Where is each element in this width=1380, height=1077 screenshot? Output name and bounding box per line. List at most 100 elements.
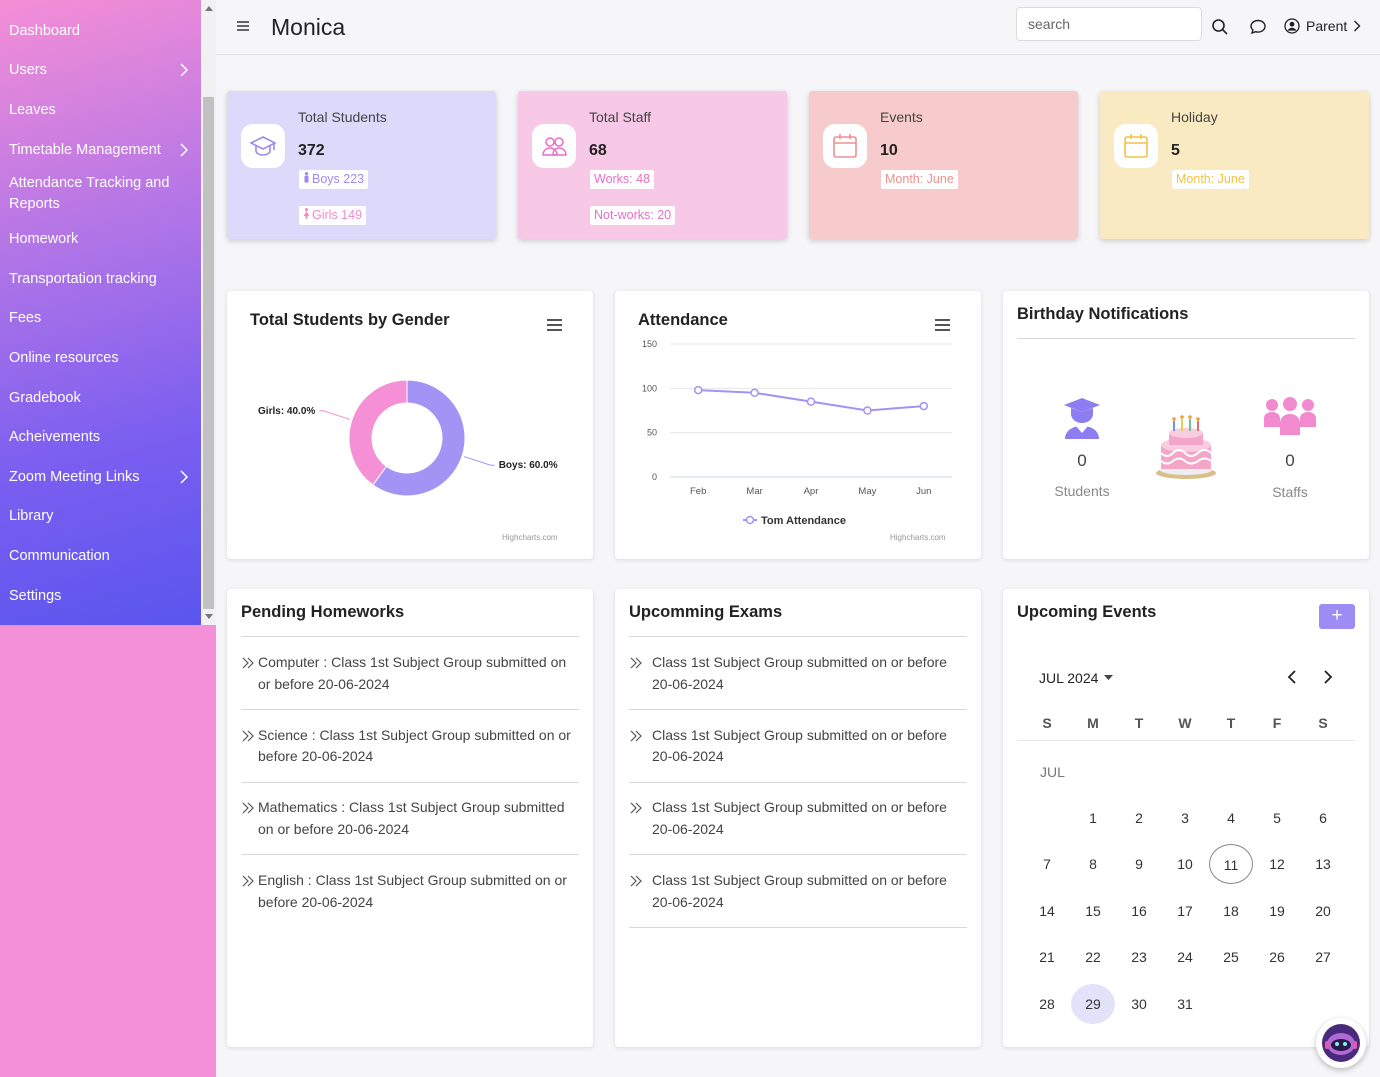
sidebar-item-settings[interactable]: Settings [0,576,201,616]
stat-badge-text: Not-works: 20 [594,208,672,222]
calendar-day[interactable]: 2 [1117,798,1161,838]
calendar-day[interactable]: 26 [1255,937,1299,977]
stat-card-events[interactable]: Events 10 Month: June [809,91,1078,239]
sidebar-item-timetable-management[interactable]: Timetable Management [0,130,201,170]
hamburger-menu-icon[interactable] [237,21,249,31]
stat-card-total-staff[interactable]: Total Staff 68 Works: 48 Not-works: 20 [518,91,787,239]
calendar-day[interactable]: 22 [1071,937,1115,977]
calendar-day[interactable]: 15 [1071,891,1115,931]
stat-card-holiday[interactable]: Holiday 5 Month: June [1100,91,1369,239]
brand-title: Monica [271,14,346,40]
list-item[interactable]: Class 1st Subject Group submitted on or … [629,797,969,840]
chart-credits[interactable]: Highcharts.com [502,533,558,542]
calendar-day[interactable]: 13 [1301,844,1345,884]
scrollbar-thumb[interactable] [203,97,214,609]
calendar-day[interactable]: 21 [1025,937,1069,977]
weekday-header: S [1318,715,1328,731]
list-item-line: before 20-06-2024 [258,893,374,910]
data-point [693,385,703,395]
sidebar-item-online-resources[interactable]: Online resources [0,338,201,378]
calendar-day[interactable]: 23 [1117,937,1161,977]
calendar-day[interactable]: 9 [1117,844,1161,884]
sidebar-item-attendance-tracking-and-reports[interactable]: Attendance Tracking and Reports [0,169,201,219]
list-item[interactable]: Class 1st Subject Group submitted on or … [629,652,969,695]
search-input[interactable] [1016,7,1202,41]
data-point [863,406,872,415]
calendar-icon [823,124,867,168]
y-tick-label: 150 [642,339,657,349]
calendar-day[interactable]: 10 [1163,844,1207,884]
calendar-day[interactable]: 17 [1163,891,1207,931]
sidebar-item-communication[interactable]: Communication [0,536,201,576]
list-item[interactable]: Computer : Class 1st Subject Group submi… [241,652,581,695]
double-chevron-right-icon [242,730,254,742]
stat-title: Total Students [298,109,387,125]
calendar-day-selected[interactable]: 29 [1071,983,1115,1024]
list-item-line: Class 1st Subject Group submitted on or … [652,654,947,670]
list-item[interactable]: Science : Class 1st Subject Group submit… [241,725,581,768]
list-item[interactable]: English : Class 1st Subject Group submit… [241,870,581,913]
month-selector[interactable]: JUL 2024 [1039,670,1114,686]
calendar-day[interactable]: 30 [1117,984,1161,1024]
scroll-down-arrow-icon[interactable] [205,614,213,619]
sidebar-item-fees[interactable]: Fees [0,299,201,339]
list-item[interactable]: Class 1st Subject Group submitted on or … [629,725,969,768]
search-icon[interactable] [1211,18,1229,36]
calendar-day[interactable]: 28 [1025,984,1069,1024]
sidebar-item-library[interactable]: Library [0,497,201,537]
sidebar-scrollbar[interactable] [201,0,216,625]
calendar-day[interactable]: 7 [1025,844,1069,884]
sidebar-item-leaves[interactable]: Leaves [0,90,201,130]
calendar-day[interactable]: 19 [1255,891,1299,931]
y-tick-label: 100 [642,383,657,393]
calendar-day[interactable]: 25 [1209,937,1253,977]
y-tick-label: 0 [652,472,657,482]
calendar-day[interactable]: 14 [1025,891,1069,931]
add-event-button[interactable]: + [1319,604,1355,629]
stat-badge-text: Girls 149 [312,208,363,222]
chat-icon[interactable] [1249,18,1267,36]
student-graduate-icon [1064,398,1100,439]
calendar-day[interactable]: 8 [1071,844,1115,884]
calendar-day[interactable]: 3 [1163,798,1207,838]
sidebar-item-homework[interactable]: Homework [0,219,201,259]
list-item[interactable]: Class 1st Subject Group submitted on or … [629,870,969,913]
stat-badge: Month: June [1172,170,1249,189]
stat-badge: Not-works: 20 [590,206,676,225]
chevron-right-icon [1354,20,1361,32]
sidebar-item-label: Transportation tracking [9,270,157,287]
list-item-line: 20-06-2024 [652,820,724,837]
scroll-up-arrow-icon[interactable] [205,6,213,11]
sidebar-item-gradebook[interactable]: Gradebook [0,378,201,418]
chart-credits[interactable]: Highcharts.com [890,533,946,542]
next-month-icon[interactable] [1322,669,1334,685]
calendar-day-today[interactable]: 11 [1209,844,1253,885]
sidebar-item-acheivements[interactable]: Acheivements [0,417,201,457]
calendar-day[interactable]: 12 [1255,844,1299,884]
sidebar-item-transportation-tracking[interactable]: Transportation tracking [0,259,201,299]
calendar-day[interactable]: 1 [1071,798,1115,838]
stat-title: Holiday [1171,109,1218,125]
sidebar-item-zoom-meeting-links[interactable]: Zoom Meeting Links [0,457,201,497]
stat-value: 10 [880,142,898,159]
weekday-header: T [1226,715,1236,731]
stat-title: Total Staff [589,109,652,125]
sidebar-item-users[interactable]: Users [0,51,201,91]
calendar-day[interactable]: 4 [1209,798,1253,838]
stat-card-total-students[interactable]: Total Students 372 Boys 223 Girls 149 [227,91,496,239]
user-menu[interactable]: Parent [1284,18,1361,34]
list-item[interactable]: Mathematics : Class 1st Subject Group su… [241,797,581,840]
calendar-day[interactable]: 27 [1301,937,1345,977]
prev-month-icon[interactable] [1286,669,1298,685]
sidebar-item-dashboard[interactable]: Dashboard [0,11,201,51]
calendar-day[interactable]: 24 [1163,937,1207,977]
calendar-day[interactable]: 6 [1301,798,1345,838]
calendar-day[interactable]: 20 [1301,891,1345,931]
sidebar-item-label: Timetable Management [9,141,161,158]
calendar-day[interactable]: 5 [1255,798,1299,838]
calendar-day[interactable]: 18 [1209,891,1253,931]
calendar-day[interactable]: 16 [1117,891,1161,931]
calendar-day[interactable]: 31 [1163,984,1207,1024]
chatbot-launcher-button[interactable] [1316,1018,1366,1068]
sidebar-item-label: Settings [9,587,62,604]
